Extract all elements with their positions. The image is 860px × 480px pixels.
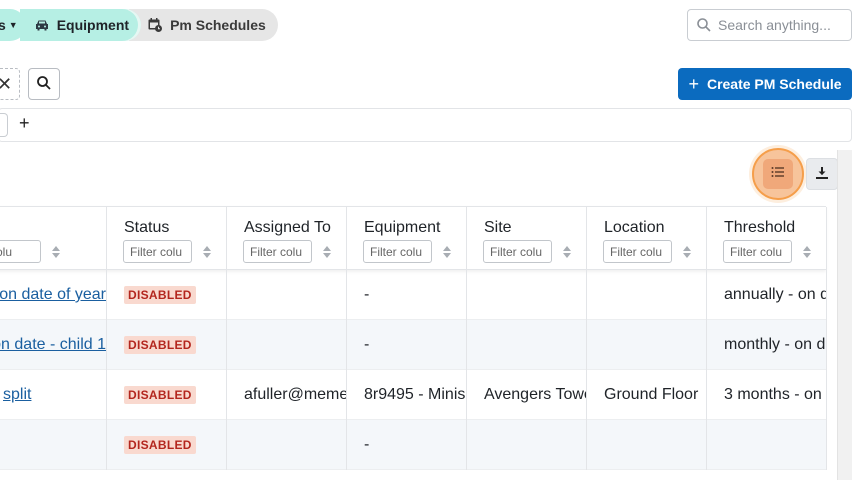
cell-location xyxy=(587,320,707,370)
column-header-threshold[interactable]: Threshold xyxy=(707,207,827,271)
column-title: Equipment xyxy=(364,219,441,236)
column-title: Status xyxy=(124,219,170,236)
cell-assigned-to xyxy=(227,270,347,320)
search-input[interactable] xyxy=(718,17,848,33)
cell-assigned-to xyxy=(227,320,347,370)
cell-equipment: 8r9495 - Minisplit xyxy=(347,370,467,420)
cell-status: DISABLED xyxy=(107,320,227,370)
breadcrumb-parent-label: s xyxy=(0,17,6,33)
cell-status: DISABLED xyxy=(107,270,227,320)
create-pm-schedule-label: Create PM Schedule xyxy=(706,76,842,92)
column-filter-input[interactable] xyxy=(603,240,672,263)
view-tabs: + xyxy=(0,108,852,142)
status-badge: DISABLED xyxy=(124,436,196,454)
pm-schedule-link[interactable]: annually - on date of year xyxy=(0,286,106,304)
cell-equipment: - xyxy=(347,320,467,370)
breadcrumb-item-equipment[interactable]: Equipment xyxy=(19,9,142,41)
status-badge: DISABLED xyxy=(124,386,196,404)
table-row[interactable]: split DISABLED afuller@memex 8r9495 - Mi… xyxy=(0,370,827,420)
status-badge: DISABLED xyxy=(124,286,196,304)
cell-location: Ground Floor xyxy=(587,370,707,420)
cell-threshold: 3 months - on xyxy=(707,370,827,420)
sort-icon[interactable] xyxy=(321,245,333,259)
tab-partial[interactable] xyxy=(0,113,8,137)
column-filter-input[interactable] xyxy=(363,240,432,263)
search-icon xyxy=(696,17,712,33)
plus-icon: + xyxy=(688,73,699,94)
cell-name[interactable]: monthly - on date - child 1 xyxy=(0,320,107,370)
cell-threshold xyxy=(707,420,827,470)
breadcrumb-pm-label: Pm Schedules xyxy=(170,17,266,33)
sort-icon[interactable] xyxy=(50,245,62,259)
table-row[interactable]: monthly - on date - child 1 DISABLED - m… xyxy=(0,320,827,370)
column-header-name[interactable] xyxy=(0,207,107,271)
cell-name[interactable]: annually - on date of year xyxy=(0,270,107,320)
sort-icon[interactable] xyxy=(801,245,813,259)
cell-site xyxy=(467,270,587,320)
column-filter-input[interactable] xyxy=(243,240,312,263)
add-tab-button[interactable]: + xyxy=(19,113,30,134)
column-title: Location xyxy=(604,219,665,236)
sort-icon[interactable] xyxy=(201,245,213,259)
download-icon xyxy=(814,165,830,184)
table-row[interactable]: annually - on date of year DISABLED - an… xyxy=(0,270,827,320)
page: s ▼ Equipment Pm Schedules ✕ + xyxy=(0,0,860,480)
column-title: Assigned To xyxy=(244,219,331,236)
cell-equipment: - xyxy=(347,270,467,320)
car-icon xyxy=(34,17,50,33)
column-header-location[interactable]: Location xyxy=(587,207,707,271)
column-title: Site xyxy=(484,219,512,236)
column-header-equipment[interactable]: Equipment xyxy=(347,207,467,271)
create-pm-schedule-button[interactable]: + Create PM Schedule xyxy=(678,68,852,100)
cell-name[interactable]: split xyxy=(0,370,107,420)
breadcrumb-equipment-label: Equipment xyxy=(56,17,130,33)
cell-assigned-to: afuller@memex xyxy=(227,370,347,420)
column-title: Threshold xyxy=(724,219,796,236)
column-filter-input[interactable] xyxy=(0,240,41,263)
sort-icon[interactable] xyxy=(561,245,573,259)
cell-threshold: monthly - on day xyxy=(707,320,827,370)
vertical-scrollbar[interactable] xyxy=(837,150,852,480)
cell-name[interactable] xyxy=(0,420,107,470)
cell-location xyxy=(587,270,707,320)
column-filter-input[interactable] xyxy=(123,240,192,263)
cell-location xyxy=(587,420,707,470)
calendar-clock-icon xyxy=(147,17,163,33)
column-view-button[interactable] xyxy=(752,148,804,200)
close-icon: ✕ xyxy=(0,73,13,94)
search-icon xyxy=(36,75,52,94)
breadcrumb: s ▼ Equipment Pm Schedules xyxy=(0,9,278,41)
table-header: Status Assigned To Equipment Site Locati xyxy=(0,206,827,271)
column-filter-input[interactable] xyxy=(483,240,552,263)
cell-threshold: annually - on date xyxy=(707,270,827,320)
chevron-down-icon[interactable]: ▼ xyxy=(9,20,18,30)
cell-status: DISABLED xyxy=(107,420,227,470)
breadcrumb-item-pm-schedules[interactable]: Pm Schedules xyxy=(129,9,278,41)
clear-filter-button[interactable]: ✕ xyxy=(0,68,20,100)
cell-assigned-to xyxy=(227,420,347,470)
global-search[interactable] xyxy=(687,9,852,41)
pm-schedule-link[interactable]: split xyxy=(3,386,31,404)
table-row[interactable]: DISABLED - xyxy=(0,420,827,470)
column-filter-input[interactable] xyxy=(723,240,792,263)
table-search-button[interactable] xyxy=(28,68,60,100)
sort-icon[interactable] xyxy=(681,245,693,259)
cell-site: Avengers Tower xyxy=(467,370,587,420)
column-header-site[interactable]: Site xyxy=(467,207,587,271)
export-button[interactable] xyxy=(806,158,838,190)
column-header-status[interactable]: Status xyxy=(107,207,227,271)
list-icon xyxy=(770,164,786,185)
pm-schedule-link[interactable]: monthly - on date - child 1 xyxy=(0,336,106,354)
sort-icon[interactable] xyxy=(441,245,453,259)
column-header-assigned-to[interactable]: Assigned To xyxy=(227,207,347,271)
cell-site xyxy=(467,420,587,470)
cell-site xyxy=(467,320,587,370)
cell-status: DISABLED xyxy=(107,370,227,420)
pm-schedules-table: Status Assigned To Equipment Site Locati xyxy=(0,206,827,470)
status-badge: DISABLED xyxy=(124,336,196,354)
cell-equipment: - xyxy=(347,420,467,470)
